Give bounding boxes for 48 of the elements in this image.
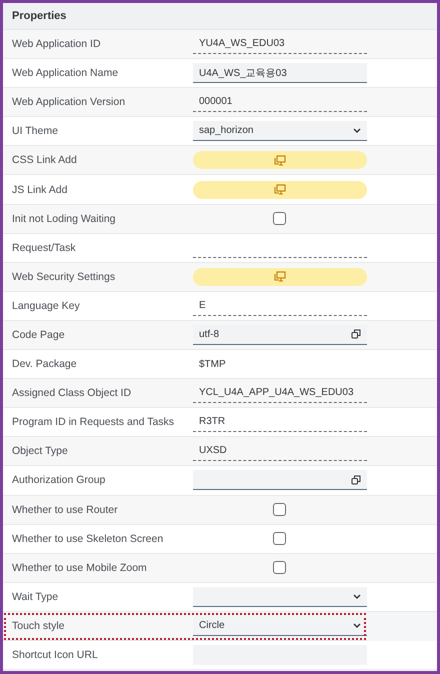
property-label: Shortcut Icon URL [12, 649, 99, 662]
caret-icon [353, 594, 361, 599]
copy-icon[interactable] [351, 474, 361, 485]
readonly-field: E [193, 296, 367, 316]
property-label: Assigned Class Object ID [12, 387, 132, 400]
value-text: $TMP [198, 358, 227, 372]
property-label: Whether to use Router [12, 504, 119, 516]
property-label: Language Key [12, 300, 81, 312]
select-field[interactable]: sap_horizon [193, 121, 367, 142]
copy-icon[interactable] [351, 329, 361, 340]
property-label: Object Type [12, 445, 69, 458]
property-label: Wait Type [12, 590, 60, 603]
checkbox[interactable] [272, 503, 286, 516]
readonly-field: YCL_U4A_APP_U4A_WS_EDU03 [193, 383, 367, 404]
property-label: Whether to use Mobile Zoom [12, 562, 148, 574]
readonly-field: 000001 [193, 92, 367, 112]
checkbox[interactable] [272, 212, 286, 226]
property-label: Program ID in Requests and Tasks [12, 416, 176, 428]
property-label: Web Application ID [12, 38, 102, 50]
property-label: CSS Link Add [12, 154, 78, 166]
checkbox[interactable] [272, 532, 286, 546]
monitor-icon [274, 154, 286, 166]
input-field[interactable]: U4A_WS_교육용03 [193, 63, 367, 84]
value-help-field[interactable] [193, 470, 367, 490]
monitor-icon [274, 271, 286, 282]
property-label: JS Link Add [12, 184, 68, 196]
checkbox[interactable] [272, 561, 286, 574]
property-label: Init not Loding Waiting [12, 212, 117, 225]
property-label: Whether to use Skeleton Screen [12, 532, 164, 545]
select-field[interactable] [193, 586, 367, 607]
property-label: Touch style [12, 620, 66, 632]
property-label: Code Page [12, 328, 66, 341]
select-field[interactable]: Circle [193, 616, 367, 636]
monitor-icon [274, 184, 286, 196]
readonly-field: YU4A_WS_EDU03 [193, 34, 367, 54]
property-label: Dev. Package [12, 358, 78, 370]
property-label: Web Security Settings [12, 270, 116, 283]
property-label: UI Theme [12, 125, 59, 138]
property-label: Web Application Name [12, 67, 120, 80]
panel-title: Properties [12, 10, 66, 22]
caret-icon [353, 128, 361, 134]
readonly-field: UXSD [193, 441, 367, 462]
property-label: Request/Task [12, 242, 77, 254]
readonly-field: R3TR [193, 412, 367, 432]
caret-icon [353, 622, 361, 628]
property-label: Authorization Group [12, 474, 106, 486]
property-label: Web Application Version [12, 96, 126, 108]
value-help-field[interactable]: utf-8 [193, 324, 367, 345]
